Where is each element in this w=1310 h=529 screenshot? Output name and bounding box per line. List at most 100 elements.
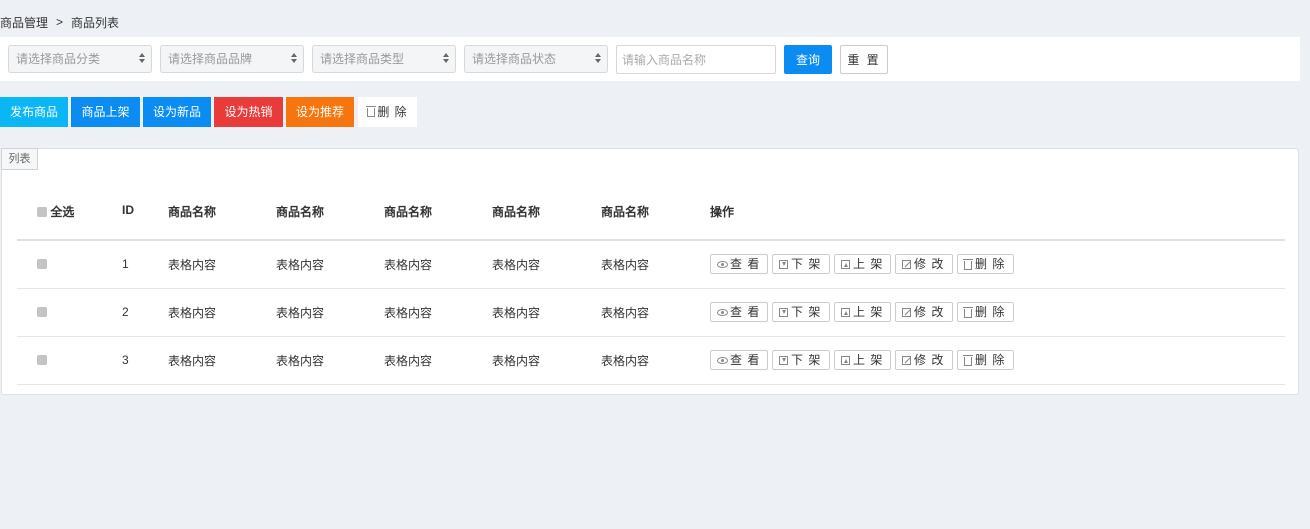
reset-button[interactable]: 重 置 xyxy=(840,45,888,74)
upload-icon xyxy=(841,355,850,365)
delete-button[interactable]: 删 除 xyxy=(957,254,1014,275)
brand-select-placeholder: 请选择商品品牌 xyxy=(168,52,253,66)
view-button[interactable]: 查 看 xyxy=(710,350,768,370)
publish-product-button[interactable]: 发布商品 xyxy=(0,97,68,127)
row-cell: 表格内容 xyxy=(168,240,276,289)
delete-button[interactable]: 删 除 xyxy=(957,350,1014,370)
trash-icon xyxy=(963,306,973,318)
status-select-placeholder: 请选择商品状态 xyxy=(472,52,557,66)
panel-tag: 列表 xyxy=(1,148,38,170)
breadcrumb-parent[interactable]: 商品管理 xyxy=(0,14,48,31)
on-shelf-button[interactable]: 商品上架 xyxy=(71,97,140,127)
header-name-5: 商品名称 xyxy=(601,185,710,241)
breadcrumb: 商品管理 > 商品列表 xyxy=(0,13,119,31)
row-cell: 表格内容 xyxy=(168,336,276,385)
off-shelf-button[interactable]: 下 架 xyxy=(772,350,830,370)
header-id: ID xyxy=(122,185,168,241)
row-ops: 查 看 下 架 上 架 修 改 删 除 xyxy=(710,240,1285,289)
trash-icon xyxy=(963,354,973,366)
type-select[interactable]: 请选择商品类型 xyxy=(312,45,456,73)
header-operations: 操作 xyxy=(710,185,1285,241)
row-cell: 表格内容 xyxy=(492,336,601,385)
delete-button[interactable]: 删 除 xyxy=(957,302,1014,322)
edit-button[interactable]: 修 改 xyxy=(895,350,953,370)
row-cell: 表格内容 xyxy=(276,288,384,337)
category-select[interactable]: 请选择商品分类 xyxy=(8,45,152,73)
brand-select[interactable]: 请选择商品品牌 xyxy=(160,45,304,73)
status-select[interactable]: 请选择商品状态 xyxy=(464,45,608,73)
select-arrows-icon xyxy=(291,52,297,66)
header-name-4: 商品名称 xyxy=(492,185,601,241)
select-all-checkbox[interactable] xyxy=(37,207,47,217)
on-shelf-row-button[interactable]: 上 架 xyxy=(834,350,891,370)
query-button[interactable]: 查询 xyxy=(784,45,832,74)
on-shelf-label: 上 架 xyxy=(853,305,884,319)
row-id: 2 xyxy=(122,288,168,337)
select-arrows-icon xyxy=(595,52,601,66)
view-label: 查 看 xyxy=(730,353,761,367)
trash-icon xyxy=(366,106,377,117)
row-ops: 查 看 下 架 上 架 修 改 删 除 xyxy=(710,336,1285,385)
edit-icon xyxy=(902,355,911,365)
row-cell: 表格内容 xyxy=(492,240,601,289)
upload-icon xyxy=(841,307,850,317)
delete-label: 删 除 xyxy=(975,257,1006,272)
select-arrows-icon xyxy=(139,52,145,66)
header-select-all[interactable]: 全选 xyxy=(17,185,122,241)
upload-icon xyxy=(841,259,850,269)
edit-button[interactable]: 修 改 xyxy=(895,302,953,322)
row-select-cell xyxy=(17,336,122,385)
row-id: 3 xyxy=(122,336,168,385)
download-icon xyxy=(779,259,788,269)
edit-icon xyxy=(902,259,911,269)
on-shelf-label: 上 架 xyxy=(853,353,884,367)
header-select-all-label: 全选 xyxy=(50,205,75,219)
row-cell: 表格内容 xyxy=(384,240,492,289)
product-name-input[interactable] xyxy=(616,45,776,74)
list-panel: 列表 全选 ID 商品名称 商品名称 商品名称 商品名称 商品名称 操作 1 表… xyxy=(1,148,1299,395)
eye-icon xyxy=(717,308,728,316)
view-button[interactable]: 查 看 xyxy=(710,254,768,275)
table-row: 1 表格内容 表格内容 表格内容 表格内容 表格内容 查 看 下 架 上 架 修… xyxy=(17,240,1285,289)
edit-icon xyxy=(902,307,911,317)
row-checkbox[interactable] xyxy=(37,307,47,317)
header-name-2: 商品名称 xyxy=(276,185,384,241)
header-name-3: 商品名称 xyxy=(384,185,492,241)
off-shelf-button[interactable]: 下 架 xyxy=(772,254,830,275)
set-recommend-button[interactable]: 设为推荐 xyxy=(286,97,354,127)
view-label: 查 看 xyxy=(730,305,761,319)
off-shelf-label: 下 架 xyxy=(791,257,822,272)
filter-bar: 请选择商品分类 请选择商品品牌 请选择商品类型 请选择商品状态 查询 重 置 xyxy=(0,37,1300,81)
row-checkbox[interactable] xyxy=(37,259,47,270)
on-shelf-row-button[interactable]: 上 架 xyxy=(834,302,891,322)
header-name-1: 商品名称 xyxy=(168,185,276,241)
view-label: 查 看 xyxy=(730,257,761,272)
breadcrumb-separator: > xyxy=(56,15,64,29)
select-arrows-icon xyxy=(443,52,449,66)
set-hot-button[interactable]: 设为热销 xyxy=(214,97,283,127)
on-shelf-row-button[interactable]: 上 架 xyxy=(834,254,891,275)
row-select-cell xyxy=(17,288,122,337)
set-new-button[interactable]: 设为新品 xyxy=(143,97,211,127)
table-row: 3 表格内容 表格内容 表格内容 表格内容 表格内容 查 看 下 架 上 架 修… xyxy=(17,336,1285,385)
row-cell: 表格内容 xyxy=(492,288,601,337)
row-cell: 表格内容 xyxy=(276,240,384,289)
eye-icon xyxy=(717,356,728,364)
row-cell: 表格内容 xyxy=(601,288,710,337)
row-cell: 表格内容 xyxy=(384,288,492,337)
row-ops: 查 看 下 架 上 架 修 改 删 除 xyxy=(710,288,1285,337)
eye-icon xyxy=(717,260,728,268)
product-table: 全选 ID 商品名称 商品名称 商品名称 商品名称 商品名称 操作 1 表格内容… xyxy=(17,185,1285,385)
batch-delete-label: 删 除 xyxy=(377,105,408,119)
edit-button[interactable]: 修 改 xyxy=(895,254,953,275)
batch-delete-button[interactable]: 删 除 xyxy=(358,97,417,127)
download-icon xyxy=(779,355,788,365)
row-checkbox[interactable] xyxy=(37,355,47,365)
trash-icon xyxy=(963,258,973,270)
off-shelf-button[interactable]: 下 架 xyxy=(772,302,830,322)
row-cell: 表格内容 xyxy=(168,288,276,337)
row-cell: 表格内容 xyxy=(601,240,710,289)
row-id: 1 xyxy=(122,240,168,289)
view-button[interactable]: 查 看 xyxy=(710,302,768,322)
edit-label: 修 改 xyxy=(914,353,945,367)
